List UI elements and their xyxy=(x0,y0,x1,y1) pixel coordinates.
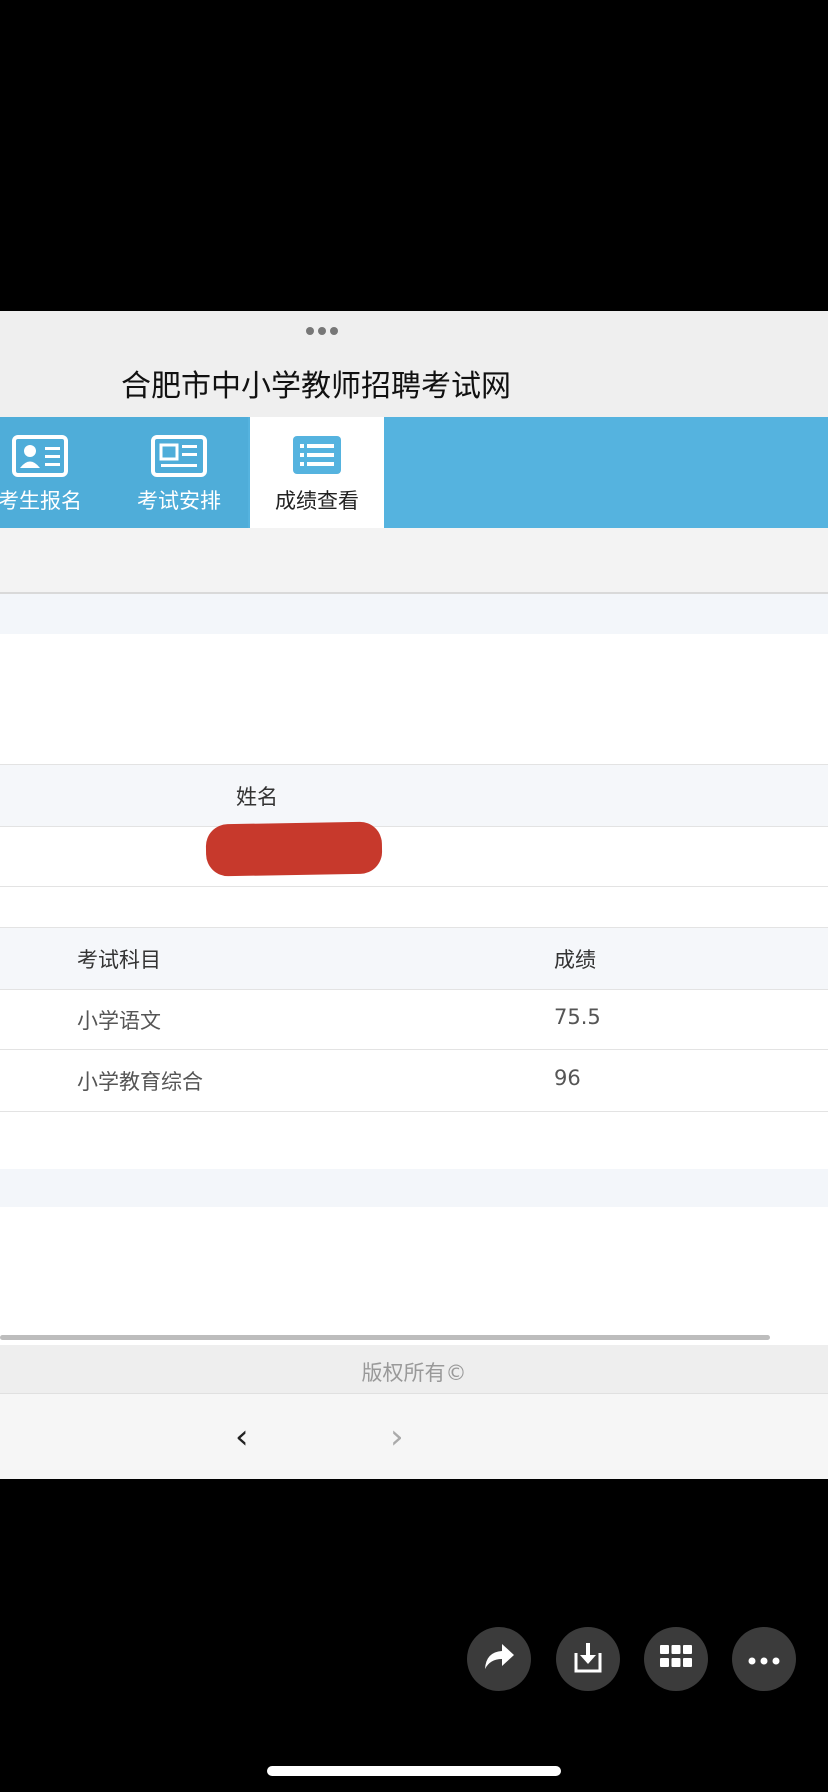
web-screenshot: 合肥市中小学教师招聘考试网 考生报名 考试安排 成绩查看 姓名 考试科目 成绩 … xyxy=(0,311,828,1479)
tab-scores-label: 成绩查看 xyxy=(275,489,359,513)
share-button[interactable] xyxy=(467,1627,531,1691)
grid-icon xyxy=(660,1645,692,1673)
back-icon[interactable]: ‹ xyxy=(235,1420,249,1454)
table-header-row: 考试科目 成绩 xyxy=(0,927,828,990)
download-icon xyxy=(573,1641,603,1677)
redaction-mark xyxy=(205,821,383,877)
id-card-icon xyxy=(12,435,68,481)
more-dots-icon[interactable] xyxy=(306,325,340,337)
section-band xyxy=(0,594,828,634)
subject-cell: 小学教育综合 xyxy=(77,1070,203,1094)
forward-icon[interactable]: › xyxy=(390,1420,404,1454)
score-header: 成绩 xyxy=(554,948,596,972)
newspaper-icon xyxy=(151,435,207,481)
copyright-text: 版权所有© xyxy=(361,1361,467,1385)
tab-scores[interactable]: 成绩查看 xyxy=(250,417,384,528)
name-value-row xyxy=(0,826,828,887)
tab-signup-label: 考生报名 xyxy=(0,489,82,513)
score-cell: 75.5 xyxy=(554,1005,601,1029)
section-band xyxy=(0,1169,828,1207)
subject-header: 考试科目 xyxy=(77,948,161,972)
browser-toolbar: ‹ › xyxy=(0,1393,828,1479)
tab-signup[interactable]: 考生报名 xyxy=(0,417,110,528)
page-footer: 版权所有© xyxy=(0,1345,828,1393)
main-nav: 考生报名 考试安排 成绩查看 xyxy=(0,417,828,528)
site-title: 合肥市中小学教师招聘考试网 xyxy=(121,369,511,404)
table-row: 小学教育综合 96 xyxy=(0,1050,828,1112)
horizontal-scrollbar[interactable] xyxy=(0,1335,770,1340)
score-cell: 96 xyxy=(554,1066,581,1090)
name-header: 姓名 xyxy=(236,785,278,809)
more-button[interactable] xyxy=(732,1627,796,1691)
download-button[interactable] xyxy=(556,1627,620,1691)
page-header: 合肥市中小学教师招聘考试网 xyxy=(0,311,828,417)
grid-button[interactable] xyxy=(644,1627,708,1691)
subject-cell: 小学语文 xyxy=(77,1009,161,1033)
more-icon xyxy=(748,1650,780,1669)
tab-schedule[interactable]: 考试安排 xyxy=(110,417,248,528)
table-row: 小学语文 75.5 xyxy=(0,989,828,1050)
home-indicator[interactable] xyxy=(267,1766,561,1776)
share-icon xyxy=(482,1642,516,1676)
section-header xyxy=(0,528,828,594)
name-header-row: 姓名 xyxy=(0,764,828,827)
tab-schedule-label: 考试安排 xyxy=(137,489,221,513)
list-icon xyxy=(292,435,342,479)
